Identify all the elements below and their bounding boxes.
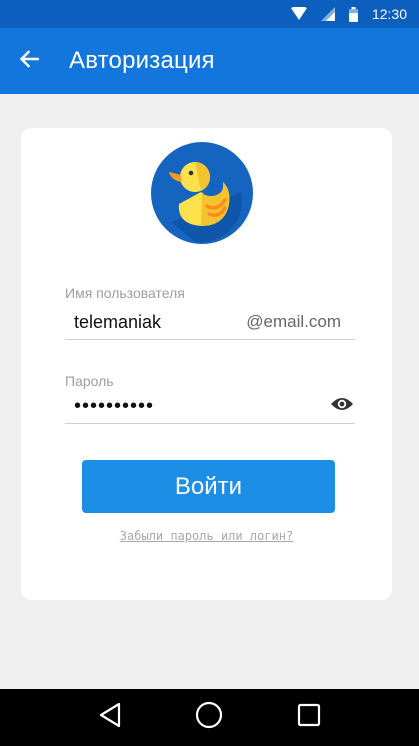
battery-icon (348, 6, 358, 22)
status-bar: 12:30 (0, 0, 419, 28)
nav-recents-button[interactable] (289, 698, 329, 738)
eye-icon (330, 396, 354, 417)
arrow-back-icon (19, 49, 40, 73)
cell-signal-icon (320, 7, 335, 21)
password-label: Пароль (65, 373, 114, 389)
nav-home-button[interactable] (189, 698, 229, 738)
show-password-button[interactable] (329, 394, 355, 418)
forgot-password-link[interactable]: Забыли пароль или логин? (21, 529, 392, 543)
system-nav-bar (0, 689, 419, 746)
back-triangle-icon (98, 702, 122, 733)
email-suffix: @email.com (246, 312, 341, 331)
username-label: Имя пользователя (65, 285, 185, 301)
password-field[interactable] (65, 390, 355, 424)
nav-back-button[interactable] (90, 698, 130, 738)
content-area: Имя пользователя @email.com Пароль Войти… (0, 94, 419, 689)
wifi-icon (290, 7, 307, 21)
username-input[interactable] (65, 312, 235, 333)
back-button[interactable] (1, 33, 57, 89)
duck-logo (151, 142, 253, 244)
home-circle-icon (195, 701, 223, 734)
login-card: Имя пользователя @email.com Пароль Войти… (21, 128, 392, 600)
app-bar: Авторизация (0, 28, 419, 94)
page-title: Авторизация (69, 47, 215, 74)
recents-square-icon (297, 703, 321, 732)
username-field[interactable]: @email.com (65, 306, 355, 340)
password-input[interactable] (65, 395, 235, 418)
status-time: 12:30 (371, 6, 407, 22)
login-button[interactable]: Войти (82, 460, 335, 513)
